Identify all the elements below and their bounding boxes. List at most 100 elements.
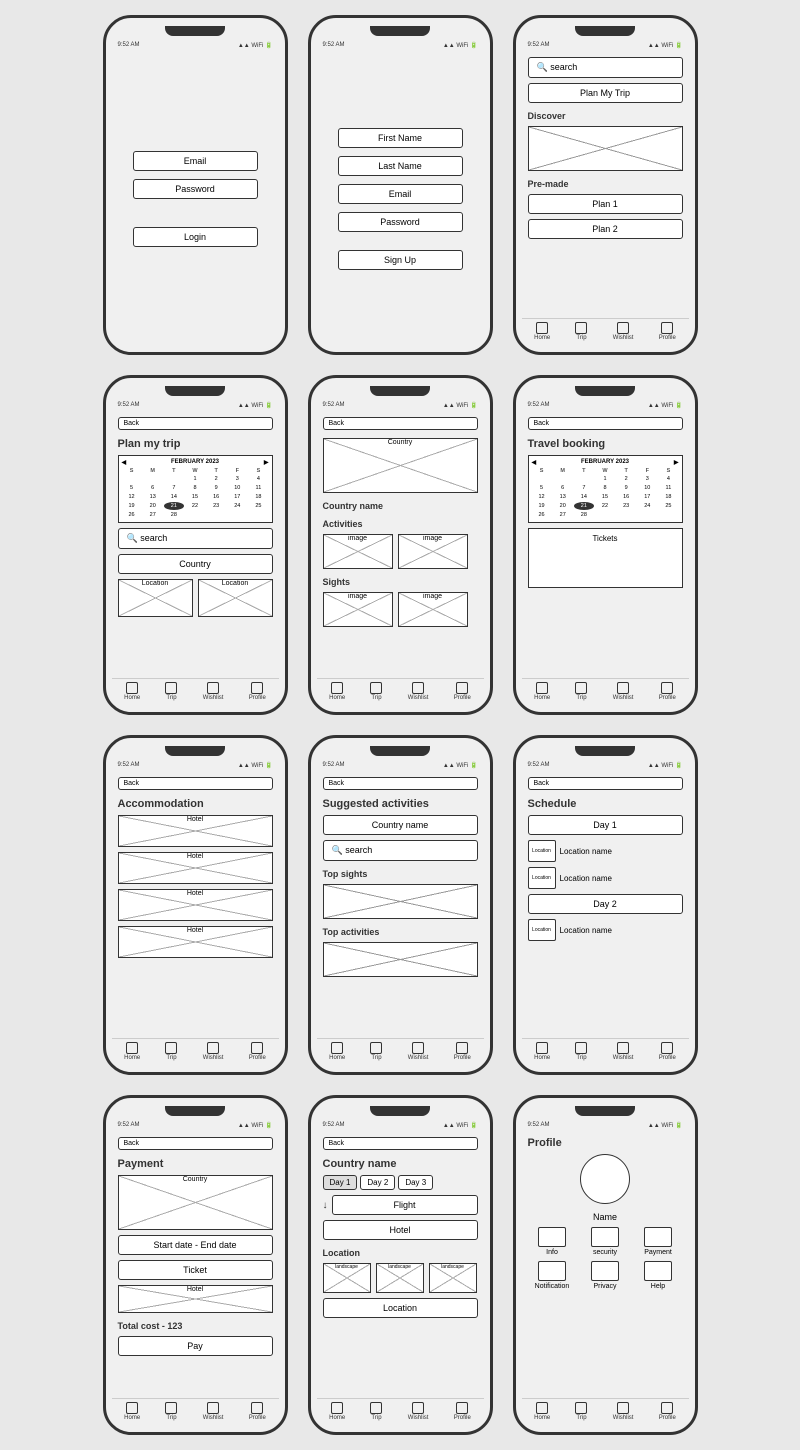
nav-profile[interactable]: Profile bbox=[659, 1042, 676, 1061]
nav-wishlist[interactable]: Wishlist bbox=[408, 1402, 429, 1421]
nav-trip[interactable]: Trip bbox=[165, 1042, 177, 1061]
nav-profile[interactable]: Profile bbox=[659, 682, 676, 701]
last-name-field[interactable]: Last Name bbox=[338, 156, 463, 176]
cal-prev[interactable]: ◀ bbox=[532, 459, 537, 466]
plan2-button[interactable]: Plan 2 bbox=[528, 219, 683, 239]
password-field[interactable]: Password bbox=[133, 179, 258, 199]
activities-label: Activities bbox=[323, 519, 478, 529]
security-item[interactable]: security bbox=[581, 1227, 630, 1256]
back-button[interactable]: Back bbox=[528, 417, 683, 430]
nav-wishlist[interactable]: Wishlist bbox=[203, 1402, 224, 1421]
back-button[interactable]: Back bbox=[118, 417, 273, 430]
hotel-1[interactable]: Hotel bbox=[118, 815, 273, 847]
help-item[interactable]: Help bbox=[634, 1261, 683, 1290]
tab-day2[interactable]: Day 2 bbox=[360, 1175, 395, 1190]
nav-home[interactable]: Home bbox=[329, 1042, 345, 1061]
nav-trip[interactable]: Trip bbox=[575, 1042, 587, 1061]
page-title: Country name bbox=[323, 1158, 478, 1170]
search-input[interactable]: 🔍 search bbox=[528, 57, 683, 78]
search-input[interactable]: 🔍 search bbox=[323, 840, 478, 861]
hotel-button[interactable]: Hotel bbox=[323, 1220, 478, 1240]
nav-home[interactable]: Home bbox=[124, 682, 140, 701]
hotel-4[interactable]: Hotel bbox=[118, 926, 273, 958]
search-input[interactable]: 🔍 search bbox=[118, 528, 273, 549]
flight-button[interactable]: Flight bbox=[332, 1195, 478, 1215]
nav-wishlist[interactable]: Wishlist bbox=[613, 1402, 634, 1421]
nav-wishlist[interactable]: Wishlist bbox=[408, 682, 429, 701]
signup-button[interactable]: Sign Up bbox=[338, 250, 463, 270]
back-button[interactable]: Back bbox=[323, 1137, 478, 1150]
privacy-item[interactable]: Privacy bbox=[581, 1261, 630, 1290]
back-button[interactable]: Back bbox=[528, 777, 683, 790]
nav-home[interactable]: Home bbox=[534, 322, 550, 341]
nav-home[interactable]: Home bbox=[124, 1402, 140, 1421]
nav-trip[interactable]: Trip bbox=[370, 1402, 382, 1421]
location-icon-2: Location bbox=[528, 867, 556, 889]
cal-next[interactable]: ▶ bbox=[264, 459, 269, 466]
email-field[interactable]: Email bbox=[338, 184, 463, 204]
nav-profile[interactable]: Profile bbox=[454, 1042, 471, 1061]
day2-button[interactable]: Day 2 bbox=[528, 894, 683, 914]
back-button[interactable]: Back bbox=[323, 777, 478, 790]
nav-home[interactable]: Home bbox=[534, 682, 550, 701]
first-name-field[interactable]: First Name bbox=[338, 128, 463, 148]
nav-profile[interactable]: Profile bbox=[249, 1042, 266, 1061]
cal-next[interactable]: ▶ bbox=[674, 459, 679, 466]
home-screen: 🔍 search Plan My Trip Discover Pre-made … bbox=[522, 53, 689, 318]
country-name-button[interactable]: Country name bbox=[323, 815, 478, 835]
nav-profile[interactable]: Profile bbox=[454, 682, 471, 701]
nav-trip[interactable]: Trip bbox=[165, 1402, 177, 1421]
nav-trip[interactable]: Trip bbox=[370, 682, 382, 701]
location-button[interactable]: Location bbox=[323, 1298, 478, 1318]
nav-home[interactable]: Home bbox=[329, 1402, 345, 1421]
nav-profile[interactable]: Profile bbox=[249, 1402, 266, 1421]
nav-trip[interactable]: Trip bbox=[370, 1042, 382, 1061]
nav-trip[interactable]: Trip bbox=[575, 1402, 587, 1421]
nav-trip[interactable]: Trip bbox=[575, 322, 587, 341]
nav-profile[interactable]: Profile bbox=[659, 1402, 676, 1421]
nav-profile[interactable]: Profile bbox=[249, 682, 266, 701]
hotel-3[interactable]: Hotel bbox=[118, 889, 273, 921]
payment-item[interactable]: Payment bbox=[634, 1227, 683, 1256]
ticket-field[interactable]: Ticket bbox=[118, 1260, 273, 1280]
nav-home[interactable]: Home bbox=[534, 1042, 550, 1061]
nav-home[interactable]: Home bbox=[329, 682, 345, 701]
location-images-row: landscape landscape landscape bbox=[323, 1263, 478, 1293]
nav-wishlist[interactable]: Wishlist bbox=[408, 1042, 429, 1061]
nav-home[interactable]: Home bbox=[534, 1402, 550, 1421]
day1-button[interactable]: Day 1 bbox=[528, 815, 683, 835]
nav-wishlist[interactable]: Wishlist bbox=[203, 682, 224, 701]
country-image: Country bbox=[118, 1175, 273, 1230]
nav-home[interactable]: Home bbox=[124, 1042, 140, 1061]
info-item[interactable]: Info bbox=[528, 1227, 577, 1256]
nav-wishlist[interactable]: Wishlist bbox=[613, 322, 634, 341]
time: 9:52 AM bbox=[323, 42, 345, 49]
nav-trip[interactable]: Trip bbox=[575, 682, 587, 701]
password-field[interactable]: Password bbox=[338, 212, 463, 232]
tab-day3[interactable]: Day 3 bbox=[398, 1175, 433, 1190]
activity-img-2: image bbox=[398, 534, 468, 569]
email-field[interactable]: Email bbox=[133, 151, 258, 171]
plan-my-trip-button[interactable]: Plan My Trip bbox=[528, 83, 683, 103]
nav-wishlist[interactable]: Wishlist bbox=[203, 1042, 224, 1061]
plan1-button[interactable]: Plan 1 bbox=[528, 194, 683, 214]
nav-wishlist[interactable]: Wishlist bbox=[613, 682, 634, 701]
time: 9:52 AM bbox=[118, 762, 140, 769]
pay-button[interactable]: Pay bbox=[118, 1336, 273, 1356]
cal-prev[interactable]: ◀ bbox=[122, 459, 127, 466]
nav-profile[interactable]: Profile bbox=[659, 322, 676, 341]
login-button[interactable]: Login bbox=[133, 227, 258, 247]
hotel-2[interactable]: Hotel bbox=[118, 852, 273, 884]
nav-trip[interactable]: Trip bbox=[165, 682, 177, 701]
date-range-field[interactable]: Start date - End date bbox=[118, 1235, 273, 1255]
back-button[interactable]: Back bbox=[118, 1137, 273, 1150]
nav-profile[interactable]: Profile bbox=[454, 1402, 471, 1421]
back-button[interactable]: Back bbox=[118, 777, 273, 790]
notification-item[interactable]: Notification bbox=[528, 1261, 577, 1290]
back-button[interactable]: Back bbox=[323, 417, 478, 430]
phone-home: 9:52 AM ▲▲ WiFi 🔋 🔍 search Plan My Trip … bbox=[513, 15, 698, 355]
country-button[interactable]: Country bbox=[118, 554, 273, 574]
discover-image bbox=[528, 126, 683, 171]
tab-day1[interactable]: Day 1 bbox=[323, 1175, 358, 1190]
nav-wishlist[interactable]: Wishlist bbox=[613, 1042, 634, 1061]
